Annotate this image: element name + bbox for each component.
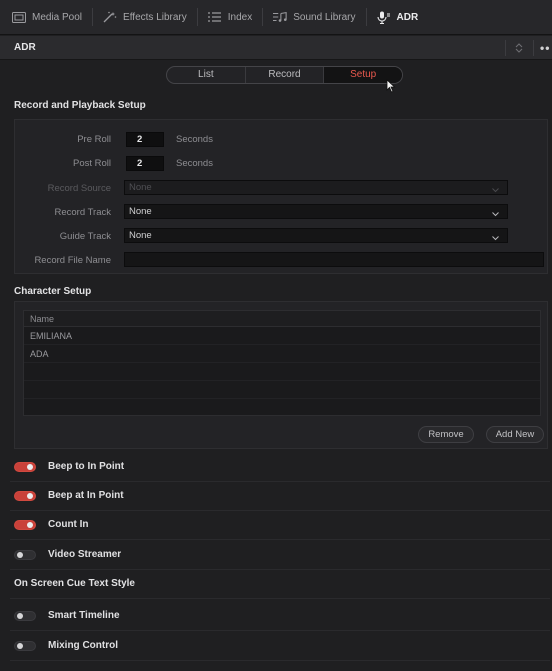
beep-at-in-point-label: Beep at In Point <box>48 490 124 501</box>
mixing-control-label: Mixing Control <box>48 640 118 651</box>
sound-library-icon <box>273 11 287 23</box>
divider <box>10 630 550 631</box>
divider <box>10 510 550 511</box>
divider <box>10 598 550 599</box>
count-in-label: Count In <box>48 519 89 530</box>
tab-list[interactable]: List <box>167 67 246 83</box>
guide-track-label: Guide Track <box>59 231 111 242</box>
toggle-knob <box>27 463 33 470</box>
beep-to-in-point-row: Beep to In Point <box>14 461 124 472</box>
panel-header: ADR •• <box>0 36 552 60</box>
beep-to-in-point-label: Beep to In Point <box>48 461 125 472</box>
character-setup-title: Character Setup <box>14 286 92 297</box>
count-in-toggle[interactable] <box>14 519 36 530</box>
count-in-row: Count In <box>14 519 89 530</box>
divider <box>10 539 550 540</box>
table-row-empty <box>24 363 540 381</box>
index-icon <box>208 11 222 23</box>
sort-arrows-icon[interactable] <box>514 42 524 54</box>
pre-roll-unit: Seconds <box>176 134 213 145</box>
record-playback-title: Record and Playback Setup <box>14 100 146 111</box>
smart-timeline-row: Smart Timeline <box>14 610 120 621</box>
beep-at-in-point-row: Beep at In Point <box>14 490 124 501</box>
adr-microphone-icon <box>376 11 391 24</box>
media-pool-tab[interactable]: Media Pool <box>12 6 92 28</box>
add-new-button[interactable]: Add New <box>486 426 544 443</box>
chevron-down-icon <box>492 208 499 217</box>
record-source-value: None <box>129 182 152 193</box>
record-track-label: Record Track <box>54 207 112 218</box>
header-divider <box>533 40 534 56</box>
divider <box>10 569 550 570</box>
effects-library-icon <box>103 11 117 23</box>
table-row-empty <box>24 381 540 399</box>
toolbar-divider <box>92 8 94 26</box>
mixing-control-row: Mixing Control <box>14 640 118 651</box>
pre-roll-label: Pre Roll <box>77 134 111 145</box>
character-table: Name EMILIANA ADA <box>23 310 541 416</box>
post-roll-label: Post Roll <box>72 158 111 169</box>
video-streamer-row: Video Streamer <box>14 549 121 560</box>
toggle-knob <box>27 521 33 528</box>
more-options-button[interactable]: •• <box>540 41 550 55</box>
tab-record[interactable]: Record <box>246 67 325 83</box>
sound-library-tab[interactable]: Sound Library <box>273 6 365 28</box>
character-setup-panel: Name EMILIANA ADA Remove Add New <box>14 301 548 449</box>
media-pool-icon <box>12 11 26 23</box>
guide-track-value: None <box>129 230 152 241</box>
adr-mode-tabs: List Record Setup <box>166 66 403 84</box>
effects-library-label: Effects Library <box>123 11 187 23</box>
guide-track-dropdown[interactable]: None <box>124 228 508 243</box>
toggle-knob <box>17 551 23 558</box>
toggle-knob <box>27 492 33 499</box>
panel-title: ADR <box>14 42 36 53</box>
record-file-name-label: Record File Name <box>34 255 111 266</box>
table-row[interactable]: EMILIANA <box>24 327 540 345</box>
record-source-label: Record Source <box>47 183 111 194</box>
adr-label: ADR <box>396 11 419 23</box>
beep-to-in-point-toggle[interactable] <box>14 461 36 472</box>
chevron-down-icon <box>492 232 499 241</box>
record-file-name-field[interactable] <box>124 252 544 267</box>
beep-at-in-point-toggle[interactable] <box>14 490 36 501</box>
table-header-name: Name <box>24 311 540 327</box>
record-playback-panel: Pre Roll 2 Seconds Post Roll 2 Seconds R… <box>14 119 548 274</box>
divider <box>10 660 550 661</box>
divider <box>10 481 550 482</box>
record-track-dropdown[interactable]: None <box>124 204 508 219</box>
toggle-knob <box>17 642 23 649</box>
index-label: Index <box>227 11 253 23</box>
remove-button[interactable]: Remove <box>418 426 474 443</box>
pre-roll-field[interactable]: 2 <box>126 132 164 147</box>
effects-library-tab[interactable]: Effects Library <box>103 6 197 28</box>
sound-library-label: Sound Library <box>293 11 356 23</box>
post-roll-unit: Seconds <box>176 158 213 169</box>
header-divider <box>505 40 506 56</box>
video-streamer-toggle[interactable] <box>14 549 36 560</box>
table-row[interactable]: ADA <box>24 345 540 363</box>
smart-timeline-label: Smart Timeline <box>48 610 120 621</box>
post-roll-field[interactable]: 2 <box>126 156 164 171</box>
adr-tab[interactable]: ADR <box>376 6 429 28</box>
toolbar-divider <box>365 8 367 26</box>
chevron-down-icon <box>492 184 499 193</box>
mixing-control-toggle[interactable] <box>14 640 36 651</box>
media-pool-label: Media Pool <box>32 11 83 23</box>
mouse-pointer-icon <box>386 79 396 96</box>
index-tab[interactable]: Index <box>208 6 262 28</box>
record-track-value: None <box>129 206 152 217</box>
toolbar-divider <box>262 8 264 26</box>
record-source-dropdown: None <box>124 180 508 195</box>
smart-timeline-toggle[interactable] <box>14 610 36 621</box>
toggle-knob <box>17 612 23 619</box>
cue-text-style-title: On Screen Cue Text Style <box>14 578 135 589</box>
toolbar-divider <box>196 8 198 26</box>
video-streamer-label: Video Streamer <box>48 549 122 560</box>
panel-toolbar: Media Pool Effects Library Index Sound L… <box>0 0 552 35</box>
